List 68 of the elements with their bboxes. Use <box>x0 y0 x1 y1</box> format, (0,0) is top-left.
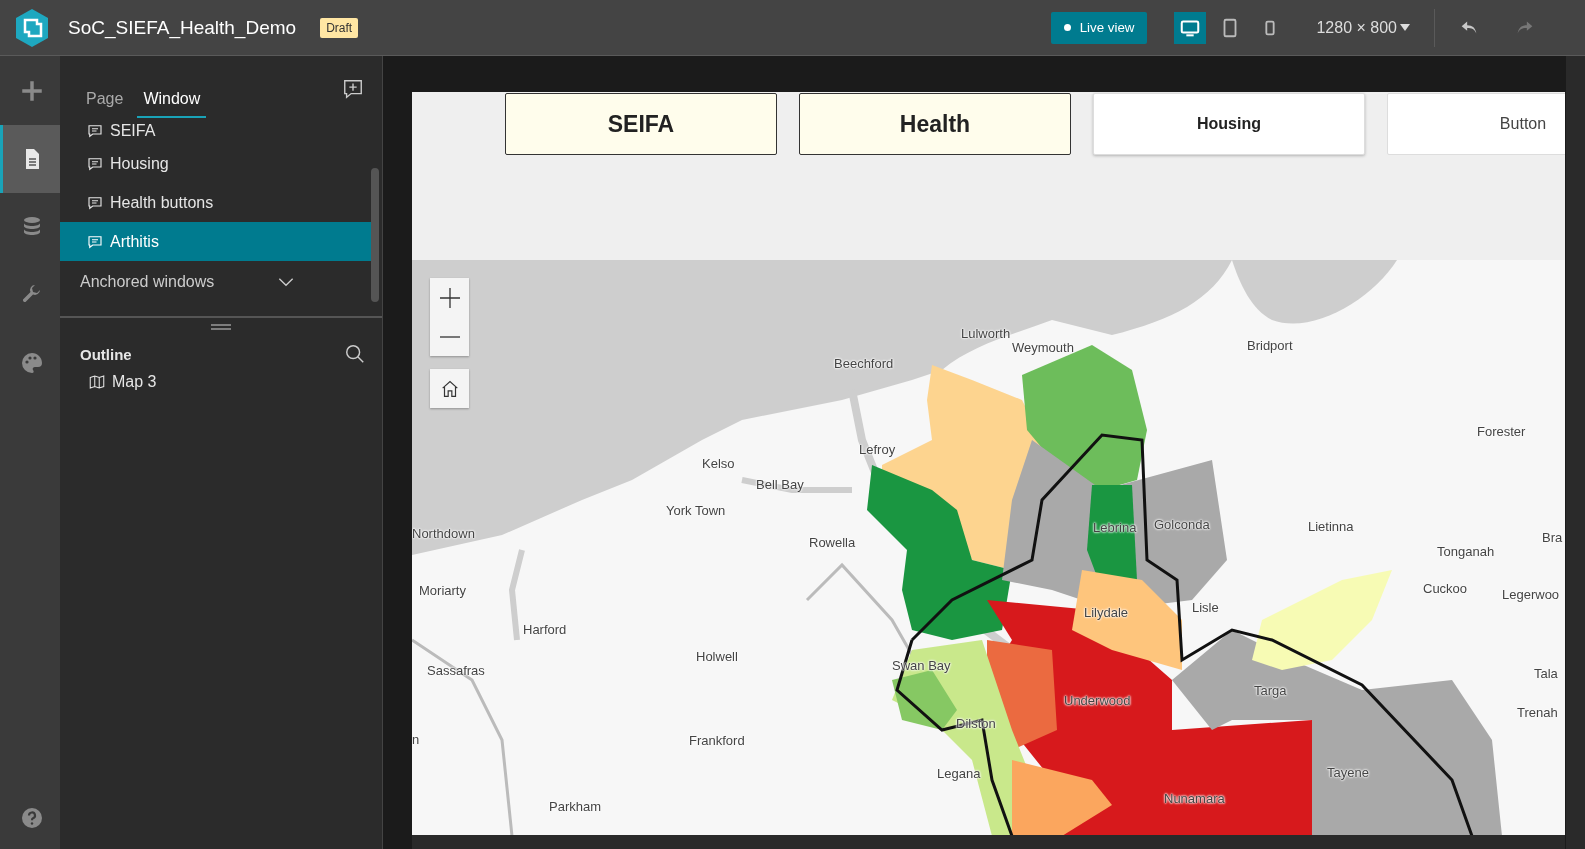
preview-button[interactable]: Health <box>799 93 1071 155</box>
search-icon[interactable] <box>344 343 366 365</box>
place-label: Underwood <box>1064 692 1131 708</box>
comment-icon <box>86 122 104 140</box>
live-view-button[interactable]: Live view <box>1050 11 1148 44</box>
panel-tab[interactable]: Page <box>80 90 130 118</box>
place-label: Harford <box>523 621 567 637</box>
minus-icon <box>439 335 460 338</box>
zoom-out-button[interactable] <box>430 317 469 356</box>
window-list-item[interactable]: SEIFA <box>60 118 372 144</box>
place-label: Trenah <box>1517 704 1558 720</box>
place-label: Targa <box>1254 682 1287 698</box>
place-label: Lietinna <box>1308 518 1354 534</box>
resolution-dropdown[interactable]: 1280 × 800 <box>1316 18 1410 37</box>
preview-button[interactable]: Housing <box>1093 93 1365 155</box>
place-label: Legerwoo <box>1502 586 1560 602</box>
place-label: Holwell <box>696 648 738 664</box>
preview-button[interactable]: SEIFA <box>505 93 777 155</box>
place-label: Lisle <box>1192 599 1219 615</box>
desktop-view-button[interactable] <box>1174 11 1207 44</box>
status-badge: Draft <box>320 17 359 38</box>
outline-item[interactable]: Map 3 <box>60 365 157 391</box>
place-label: Bra <box>1542 529 1563 545</box>
place-label: Bridport <box>1247 337 1293 353</box>
caret-icon <box>1400 24 1410 31</box>
zoom-in-button[interactable] <box>430 278 469 317</box>
anchored-windows-section[interactable]: Anchored windows <box>60 261 324 303</box>
place-label: Kelso <box>702 455 735 471</box>
place-label: Bell Bay <box>756 476 804 492</box>
scrollbar[interactable] <box>371 168 379 302</box>
place-label: Rowella <box>809 534 856 550</box>
place-label: Nunamara <box>1164 790 1225 806</box>
place-label: Parkham <box>549 798 602 814</box>
place-label: Tayene <box>1327 764 1369 780</box>
window-list-item[interactable]: Health buttons <box>60 183 372 222</box>
add-window-icon[interactable] <box>342 78 364 100</box>
preview-button[interactable]: Button <box>1387 93 1565 155</box>
place-label: Tala <box>1534 665 1558 681</box>
map-icon <box>88 373 106 391</box>
scrollbar[interactable] <box>1566 56 1585 849</box>
outline-title: Outline <box>80 345 132 363</box>
place-label: Lefroy <box>859 441 896 457</box>
place-label: Frankford <box>689 732 745 748</box>
window-list-item[interactable]: Arthitis <box>60 222 372 261</box>
app-title: SoC_SIEFA_Health_Demo <box>68 16 297 39</box>
place-label: Northdown <box>412 525 475 541</box>
home-button[interactable] <box>430 369 469 408</box>
scrollbar[interactable] <box>412 835 1565 849</box>
place-label: York Town <box>666 502 726 518</box>
place-label: Moriarty <box>419 582 466 598</box>
place-label: Beechford <box>834 355 894 371</box>
place-label: Lulworth <box>961 325 1011 341</box>
place-label: Lilydale <box>1084 604 1129 620</box>
place-label: Sassafras <box>427 662 485 678</box>
place-label: Tonganah <box>1437 543 1495 559</box>
place-label: Weymouth <box>1012 339 1074 355</box>
place-label: n <box>412 731 420 747</box>
page-tab-button[interactable] <box>0 125 60 193</box>
place-label: Golconda <box>1154 516 1210 532</box>
plus-icon <box>439 287 460 308</box>
window-list-item[interactable]: Housing <box>60 144 372 183</box>
help-icon <box>19 806 44 830</box>
panel-tab[interactable]: Window <box>137 90 207 118</box>
place-label: Cuckoo <box>1423 580 1468 596</box>
resize-handle[interactable] <box>211 324 231 330</box>
palette-icon <box>19 351 44 375</box>
app-logo <box>14 7 50 48</box>
place-label: Forester <box>1477 423 1526 439</box>
